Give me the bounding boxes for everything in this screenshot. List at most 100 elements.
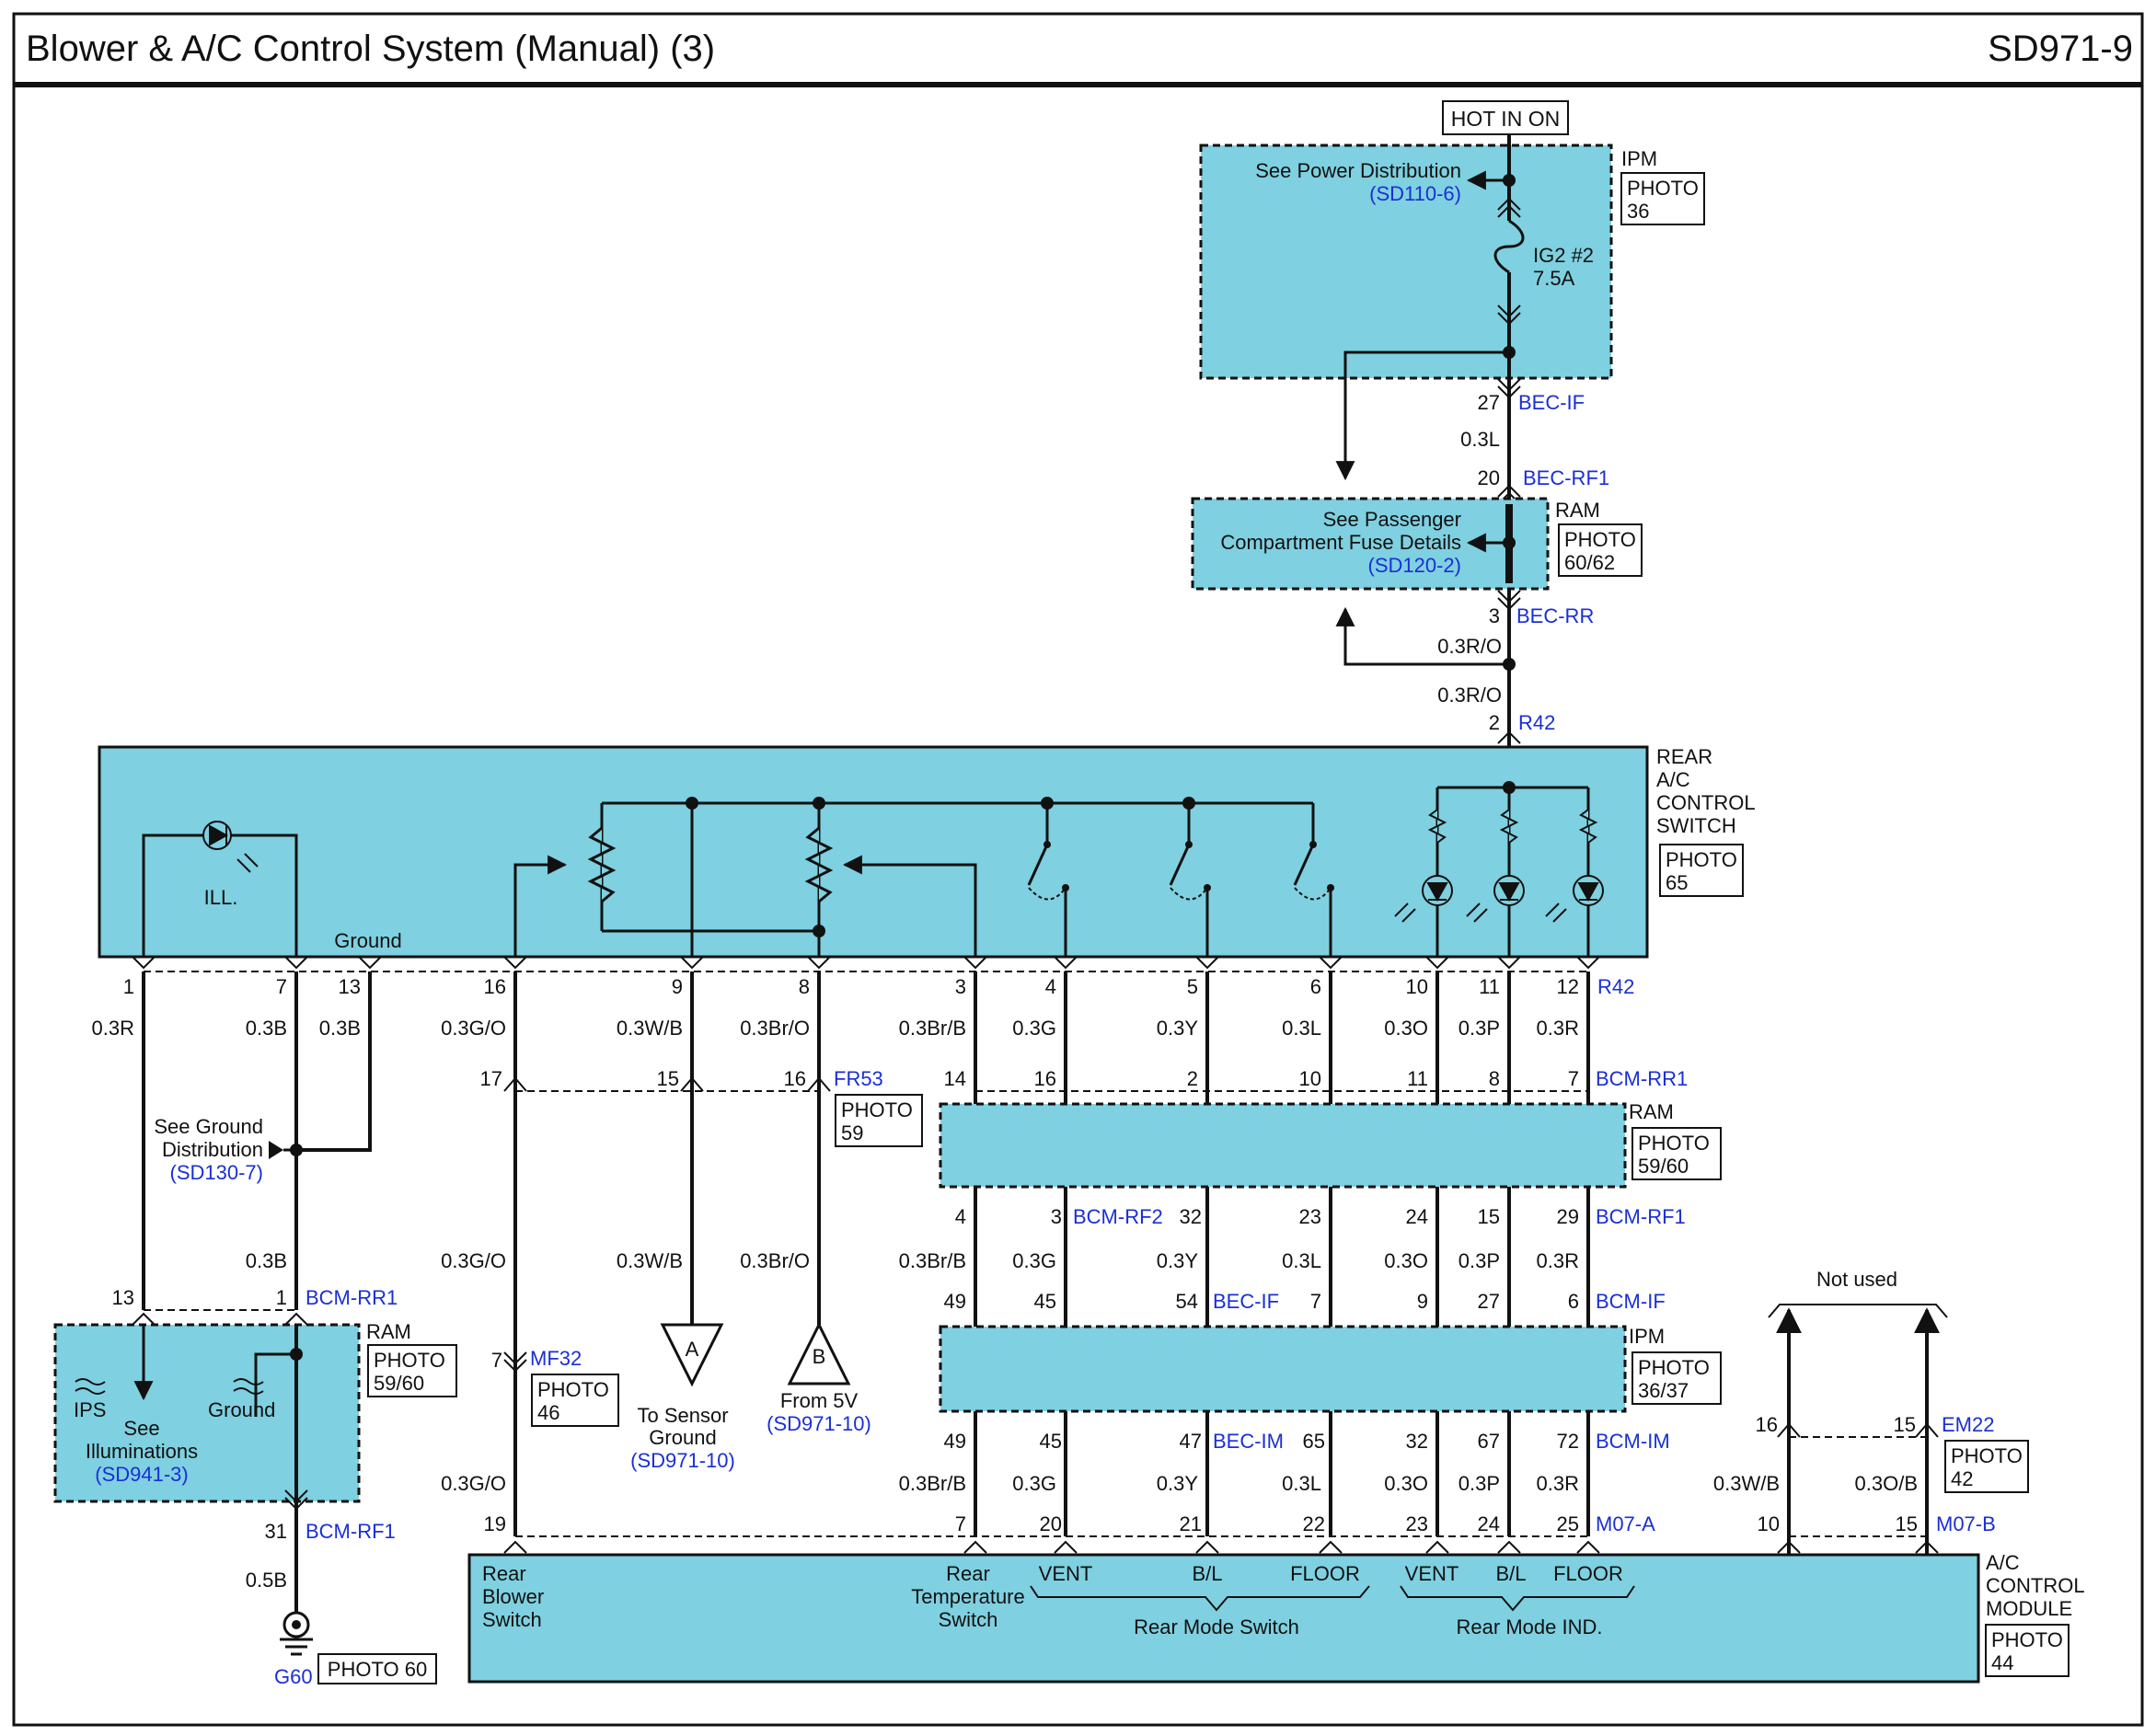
pin-17: 17 <box>480 1067 502 1090</box>
conn-bcm-rf1-left[interactable]: BCM-RF1 <box>306 1520 396 1543</box>
wire-labels-top: 0.3R 0.3B 0.3B 0.3G/O 0.3W/B 0.3Br/O 0.3… <box>92 1017 1579 1040</box>
wire-labels-bus-2: 0.3Br/B 0.3G 0.3Y 0.3L 0.3O 0.3P 0.3R <box>899 1472 1579 1495</box>
ram-bus-photo-num: 59/60 <box>1638 1155 1689 1178</box>
ground-dist-see-a: See Ground <box>154 1115 263 1138</box>
bl-label: B/L <box>1192 1562 1222 1585</box>
conn-bcm-rf2[interactable]: BCM-RF2 <box>1073 1205 1163 1228</box>
wire-label: 0.3G <box>1012 1017 1056 1040</box>
wiring-diagram: Blower & A/C Control System (Manual) (3)… <box>12 12 2144 1727</box>
wire-ro-a: 0.3R/O <box>1437 635 1502 658</box>
ram-top-photo: PHOTO <box>1564 528 1636 551</box>
tri-a-ref-link[interactable]: (SD971-10) <box>630 1449 735 1472</box>
wire-label: 0.3Y <box>1157 1249 1199 1272</box>
pin-16-right: 16 <box>1756 1413 1778 1436</box>
wire-label: 0.3G/O <box>441 1017 506 1040</box>
ground-label-switch: Ground <box>334 929 401 952</box>
pin-1-left: 1 <box>276 1286 287 1309</box>
illum-ref-link[interactable]: (SD941-3) <box>95 1463 188 1486</box>
rear-switch-name-3: CONTROL <box>1656 791 1756 814</box>
tri-a-letter: A <box>686 1338 699 1361</box>
conn-bcm-rr1-left[interactable]: BCM-RR1 <box>306 1286 398 1309</box>
vent-label: VENT <box>1039 1562 1093 1585</box>
wire-label: 0.3L <box>1282 1249 1321 1272</box>
conn-bcm-if[interactable]: BCM-IF <box>1596 1290 1666 1313</box>
conn-bcm-im[interactable]: BCM-IM <box>1596 1430 1670 1453</box>
wire-label: 0.3Y <box>1157 1472 1199 1495</box>
bus-pin: 25 <box>1557 1512 1579 1535</box>
conn-m07a[interactable]: M07-A <box>1596 1512 1655 1535</box>
tri-b-ref-link[interactable]: (SD971-10) <box>767 1412 871 1435</box>
ram-see-b: Compartment Fuse Details <box>1220 531 1461 554</box>
rts-2: Temperature <box>911 1585 1025 1608</box>
bus-pin: 54 <box>1176 1290 1198 1313</box>
conn-bec-rr[interactable]: BEC-RR <box>1516 604 1594 627</box>
bus-pin: 65 <box>1303 1430 1325 1453</box>
pin-16-mid: 16 <box>784 1067 806 1090</box>
tri-b-letter: B <box>813 1345 826 1368</box>
bus-pin: 32 <box>1180 1205 1202 1228</box>
mf32-photo: PHOTO <box>537 1378 609 1401</box>
wire-label: 0.3R <box>1537 1472 1579 1495</box>
pin-7-mf32: 7 <box>491 1349 502 1372</box>
ram-left-photo: PHOTO <box>374 1349 445 1372</box>
wire-label: 0.3O <box>1384 1249 1428 1272</box>
bus-pin: 14 <box>944 1067 966 1090</box>
wire-label: 0.3Br/B <box>899 1017 966 1040</box>
rbs-2: Blower <box>482 1585 544 1608</box>
conn-m07b[interactable]: M07-B <box>1936 1512 1996 1535</box>
rbs-1: Rear <box>482 1562 526 1585</box>
rts-3: Switch <box>939 1608 998 1631</box>
conn-em22[interactable]: EM22 <box>1942 1413 1994 1436</box>
conn-fr53[interactable]: FR53 <box>834 1067 883 1090</box>
pin-15-right: 15 <box>1894 1413 1916 1436</box>
ips-label: IPS <box>74 1398 106 1421</box>
ram-bus-photo: PHOTO <box>1638 1132 1710 1155</box>
r42-pin: 3 <box>955 975 966 998</box>
wire-label: 0.3B <box>319 1017 361 1040</box>
r42-pin: 1 <box>123 975 134 998</box>
wire-label: 0.3P <box>1458 1472 1500 1495</box>
wire-label: 0.3O <box>1384 1017 1428 1040</box>
ipm-top-see: See Power Distribution <box>1255 159 1461 182</box>
ground-dist-arrow <box>269 1141 283 1159</box>
rts-1: Rear <box>946 1562 990 1585</box>
bus-pin: 32 <box>1406 1430 1428 1453</box>
bus-pin: 24 <box>1406 1205 1428 1228</box>
pin-10-right: 10 <box>1758 1512 1780 1535</box>
bus-pin: 27 <box>1478 1290 1500 1313</box>
pin-15b-right: 15 <box>1896 1512 1918 1535</box>
pin-27: 27 <box>1478 391 1500 414</box>
wire-go-mid: 0.3G/O <box>441 1249 506 1272</box>
conn-mf32[interactable]: MF32 <box>530 1347 582 1370</box>
wire-label: 0.3R <box>1537 1017 1579 1040</box>
conn-bcm-rf1[interactable]: BCM-RF1 <box>1596 1205 1686 1228</box>
tri-a-text-1: To Sensor <box>637 1404 728 1427</box>
conn-r42-bottom[interactable]: R42 <box>1597 975 1634 998</box>
ram-top-ref-link[interactable]: (SD120-2) <box>1368 554 1461 577</box>
wire-label: 0.3Br/B <box>899 1249 966 1272</box>
acm-name-3: MODULE <box>1986 1597 2072 1620</box>
conn-bec-im[interactable]: BEC-IM <box>1213 1430 1284 1453</box>
conn-bec-rf1[interactable]: BEC-RF1 <box>1523 466 1609 489</box>
wire-bro-mid: 0.3Br/O <box>740 1249 810 1272</box>
bus-pin: 67 <box>1478 1430 1500 1453</box>
wire-03b-left: 0.3B <box>246 1249 287 1272</box>
pin-31: 31 <box>265 1520 287 1543</box>
wire-label: 0.3R <box>1537 1249 1579 1272</box>
conn-bec-if-bus[interactable]: BEC-IF <box>1213 1290 1279 1313</box>
r42-pin: 10 <box>1406 975 1428 998</box>
conn-bcm-rr1[interactable]: BCM-RR1 <box>1596 1067 1688 1090</box>
acm-name-2: CONTROL <box>1986 1574 2085 1597</box>
conn-g60[interactable]: G60 <box>274 1665 313 1688</box>
fr53-photo-num: 59 <box>841 1121 863 1144</box>
bus-pin: 8 <box>1489 1067 1500 1090</box>
ipm-top-ref-link[interactable]: (SD110-6) <box>1369 182 1461 205</box>
pin-20: 20 <box>1478 466 1500 489</box>
ram-see-a: See Passenger <box>1323 508 1461 531</box>
conn-r42-top[interactable]: R42 <box>1518 711 1555 734</box>
r42-pins: 1 7 13 16 9 8 3 4 5 6 10 11 12 <box>123 975 1579 998</box>
conn-bec-if[interactable]: BEC-IF <box>1518 391 1585 414</box>
ground-dist-ref-link[interactable]: (SD130-7) <box>170 1161 263 1184</box>
ram-top-photo-num: 60/62 <box>1564 551 1615 574</box>
ram-left-name: RAM <box>366 1320 411 1343</box>
